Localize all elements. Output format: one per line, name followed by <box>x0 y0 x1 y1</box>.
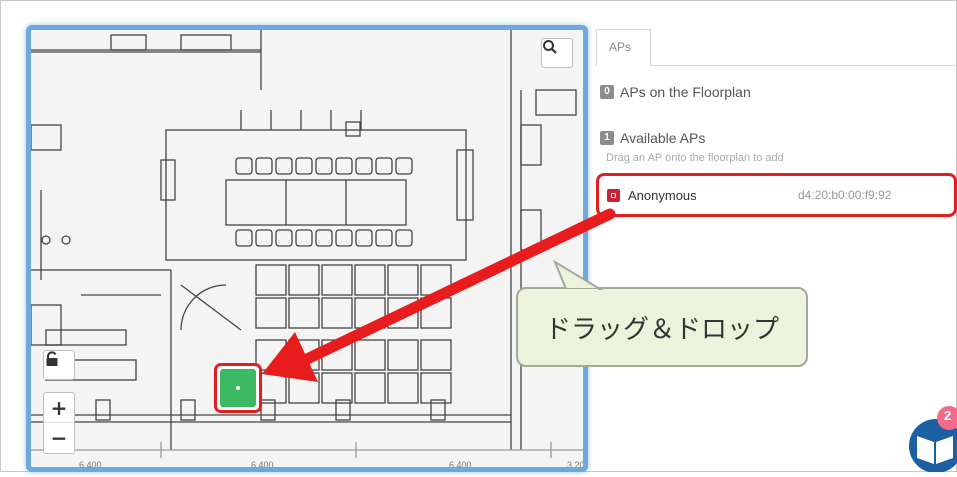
ruler-label-4: 3,200 <box>567 460 588 470</box>
access-point-icon <box>607 188 620 202</box>
zoom-controls: + − <box>43 392 75 454</box>
map-lock-button[interactable] <box>43 350 75 380</box>
lock-icon <box>46 351 58 366</box>
available-aps-label: Available APs <box>620 130 706 146</box>
tab-aps[interactable]: APs <box>596 29 651 66</box>
zoom-out-button[interactable]: − <box>44 423 74 453</box>
ruler-label-1: 6,400 <box>79 460 102 470</box>
aps-on-floorplan-header: 0 APs on the Floorplan <box>600 84 751 100</box>
available-aps-header: 1 Available APs <box>600 130 705 146</box>
search-icon <box>543 40 557 54</box>
ap-marker-dot <box>236 386 240 390</box>
aps-on-floorplan-count: 0 <box>600 85 614 99</box>
ap-marker-chip <box>220 369 256 407</box>
ap-name: Anonymous <box>628 187 697 203</box>
ruler-label-3: 6,400 <box>449 460 472 470</box>
drag-drop-callout: ドラッグ＆ドロップ <box>516 287 808 367</box>
help-widget[interactable]: 2 <box>903 402 957 473</box>
tab-divider <box>651 65 957 66</box>
map-search-button[interactable] <box>541 38 573 68</box>
zoom-in-button[interactable]: + <box>44 393 74 423</box>
ruler-label-2: 6,400 <box>251 460 274 470</box>
ap-mac-address: d4:20:b0:00:f9:92 <box>798 188 892 202</box>
placed-ap-marker[interactable] <box>214 363 262 413</box>
notification-count: 2 <box>944 408 952 423</box>
drag-hint: Drag an AP onto the floorplan to add <box>606 152 784 164</box>
floorplan-map[interactable]: 6,400 6,400 6,400 3,200 + − <box>26 25 588 472</box>
available-ap-item[interactable]: Anonymous d4:20:b0:00:f9:92 <box>596 173 957 217</box>
floorplan-drawing <box>31 30 583 458</box>
available-aps-count: 1 <box>600 131 614 145</box>
aps-on-floorplan-label: APs on the Floorplan <box>620 84 751 100</box>
